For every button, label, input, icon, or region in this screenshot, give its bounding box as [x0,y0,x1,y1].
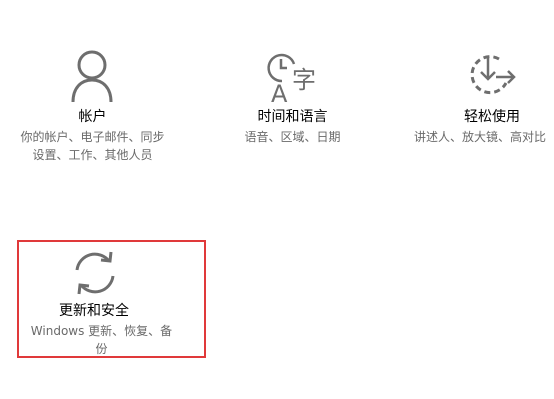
settings-home: 帐户 你的帐户、电子邮件、同步 设置、工作、其他人员 A 字 时间和语言 语音、… [0,0,554,399]
tile-description: 你的帐户、电子邮件、同步 设置、工作、其他人员 [10,128,175,164]
tile-description-line: Windows 更新、恢复、备 [30,324,173,338]
tile-description-line: 设置、工作、其他人员 [32,148,153,162]
tile-description: 讲述人、放大镜、高对比 [414,128,546,146]
ease-of-access-icon [466,53,518,101]
svg-text:字: 字 [292,66,316,94]
time-language-icon: A 字 [267,50,320,108]
tile-title: 更新和安全 [59,303,129,319]
person-icon [70,50,114,104]
sync-arrows-icon [69,248,121,298]
tile-description: Windows 更新、恢复、备 份 [14,322,189,358]
tile-description-line: 语音、区域、日期 [244,130,341,144]
tile-ease-of-access[interactable]: 轻松使用 讲述人、放大镜、高对比 [410,42,554,172]
tile-update-security[interactable]: 更新和安全 Windows 更新、恢复、备 份 [17,240,206,358]
tile-accounts[interactable]: 帐户 你的帐户、电子邮件、同步 设置、工作、其他人员 [10,42,175,172]
tile-description-line: 你的帐户、电子邮件、同步 [20,130,165,144]
tile-description-line: 份 [95,342,108,356]
tile-title: 帐户 [78,109,107,125]
tile-title: 时间和语言 [257,109,328,125]
tile-time-language[interactable]: A 字 时间和语言 语音、区域、日期 [210,42,375,172]
tile-description: 语音、区域、日期 [210,128,375,146]
tile-description-line: 讲述人、放大镜、高对比 [414,130,547,144]
svg-text:A: A [271,80,288,108]
tile-title: 轻松使用 [464,109,520,125]
